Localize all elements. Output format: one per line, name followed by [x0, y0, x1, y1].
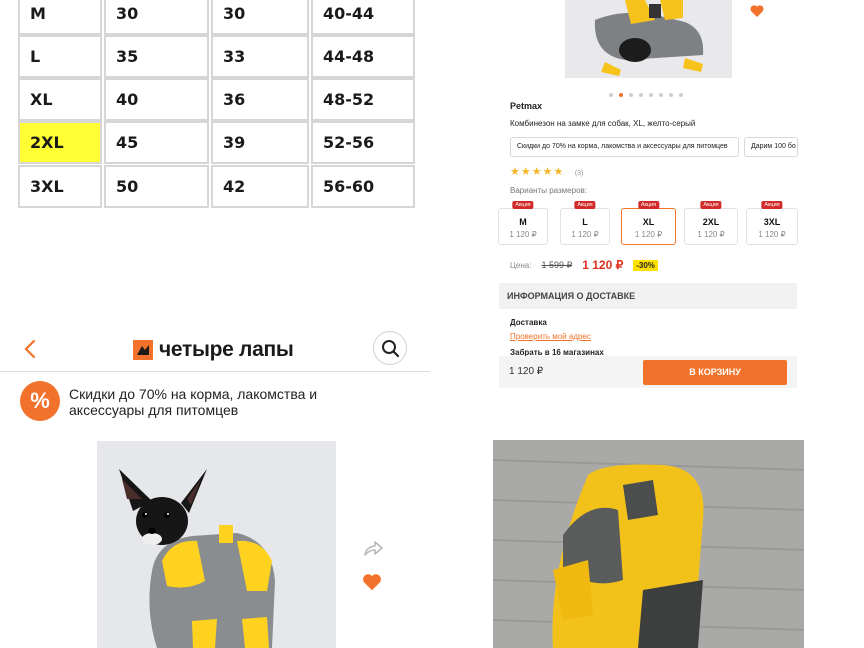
product-photo-dog [97, 441, 336, 648]
size-price: 1 120 ₽ [758, 230, 786, 239]
image-pagination-dots[interactable] [606, 84, 686, 102]
size-table-cell: 48-52 [311, 78, 415, 121]
product-image-top [565, 0, 732, 78]
size-name: L [582, 217, 588, 227]
size-table-size-cell: XL [18, 78, 102, 121]
product-title: Комбинезон на замке для собак, XL, желто… [510, 119, 696, 128]
discount-badge: -30% [633, 259, 658, 271]
size-table-cell: 33 [211, 35, 309, 78]
logo-text: четыре лапы [159, 338, 294, 361]
product-photo-jacket [493, 440, 804, 648]
bottom-price: 1 120 ₽ [509, 366, 544, 377]
size-table-cell: 36 [211, 78, 309, 121]
size-table-cell: 40-44 [311, 0, 415, 35]
check-address-link[interactable]: Проверить мой адрес [510, 332, 591, 341]
size-price: 1 120 ₽ [571, 230, 599, 239]
price-label: Цена: [510, 260, 532, 270]
bottom-buy-bar: 1 120 ₽ В КОРЗИНУ [499, 356, 797, 388]
promo-banner-text: Скидки до 70% на корма, лакомства и аксе… [69, 386, 318, 418]
new-price: 1 120 ₽ [582, 258, 624, 272]
size-table-cell: 42 [211, 165, 309, 208]
size-table-cell: 30 [104, 0, 209, 35]
size-table-cell: 40 [104, 78, 209, 121]
size-price: 1 120 ₽ [697, 230, 725, 239]
rating-count[interactable]: (3) [575, 170, 584, 177]
size-table-cell: 56-60 [311, 165, 415, 208]
size-table-size-cell: M [18, 0, 102, 35]
size-table-cell: 52-56 [311, 121, 415, 164]
star-icon: ★ [553, 166, 564, 178]
size-table-cell: 30 [211, 0, 309, 35]
discount-percent-icon: % [20, 381, 60, 421]
share-icon [364, 541, 383, 556]
size-table-cell: 45 [104, 121, 209, 164]
size-option-selected[interactable]: Акция XL 1 120 ₽ [621, 201, 676, 245]
search-button[interactable] [373, 331, 407, 365]
add-to-cart-button[interactable]: В КОРЗИНУ [643, 360, 787, 385]
rating-stars: ★★★★★ (3) [510, 162, 583, 180]
header-divider [0, 371, 430, 372]
price-row: Цена: 1 599 ₽ 1 120 ₽ -30% [510, 258, 658, 272]
star-icon: ★ [531, 166, 542, 178]
promo-badge: Акция [512, 201, 534, 209]
size-option[interactable]: Акция 3XL 1 120 ₽ [746, 201, 798, 245]
star-icon: ★ [542, 166, 553, 178]
favorite-heart-icon[interactable] [749, 3, 765, 19]
heart-icon [363, 574, 381, 591]
size-table-cell: 39 [211, 121, 309, 164]
sizes-label: Варианты размеров: [510, 186, 588, 195]
promo-badge: Акция [637, 201, 660, 209]
size-table-highlighted-cell: 2XL [18, 121, 102, 164]
paw-logo-icon [133, 340, 153, 360]
favorite-button[interactable] [361, 571, 383, 593]
delivery-heading: ИНФОРМАЦИЯ О ДОСТАВКЕ [507, 291, 636, 301]
size-table-cell: 35 [104, 35, 209, 78]
size-name: M [519, 217, 527, 227]
size-name: 2XL [702, 217, 720, 227]
cart-button-label: В КОРЗИНУ [689, 367, 741, 377]
percent-glyph: % [30, 388, 50, 413]
size-price: 1 120 ₽ [634, 230, 663, 239]
delivery-header[interactable]: ИНФОРМАЦИЯ О ДОСТАВКЕ [499, 283, 797, 309]
size-option[interactable]: Акция M 1 120 ₽ [498, 201, 548, 245]
size-table-size-cell: 3XL [18, 165, 102, 208]
search-icon [382, 340, 400, 358]
size-table-cell: 44-48 [311, 35, 415, 78]
product-brand: Petmax [510, 101, 543, 111]
share-button[interactable] [362, 538, 384, 558]
size-name: XL [642, 217, 655, 227]
star-icon: ★ [520, 166, 531, 178]
promo-banner[interactable]: % Скидки до 70% на корма, лакомства и ак… [20, 381, 430, 423]
size-table-size-cell: L [18, 35, 102, 78]
chevron-left-icon [24, 339, 36, 359]
size-table-cell: 50 [104, 165, 209, 208]
size-option[interactable]: Акция 2XL 1 120 ₽ [684, 201, 738, 245]
promo-badge: Акция [761, 201, 783, 209]
promo-chip-2[interactable]: Дарим 100 бо [744, 137, 798, 157]
size-option[interactable]: Акция L 1 120 ₽ [560, 201, 610, 245]
promo-badge: Акция [700, 201, 722, 209]
promo-chip[interactable]: Скидки до 70% на корма, лакомства и аксе… [510, 137, 739, 157]
back-button[interactable] [20, 338, 40, 360]
size-price: 1 120 ₽ [509, 230, 537, 239]
size-name: 3XL [763, 217, 781, 227]
old-price: 1 599 ₽ [541, 259, 573, 270]
star-icon: ★ [510, 166, 520, 178]
promo-badge: Акция [574, 201, 596, 209]
delivery-label: Доставка [510, 318, 547, 327]
app-logo[interactable]: четыре лапы [133, 338, 294, 362]
